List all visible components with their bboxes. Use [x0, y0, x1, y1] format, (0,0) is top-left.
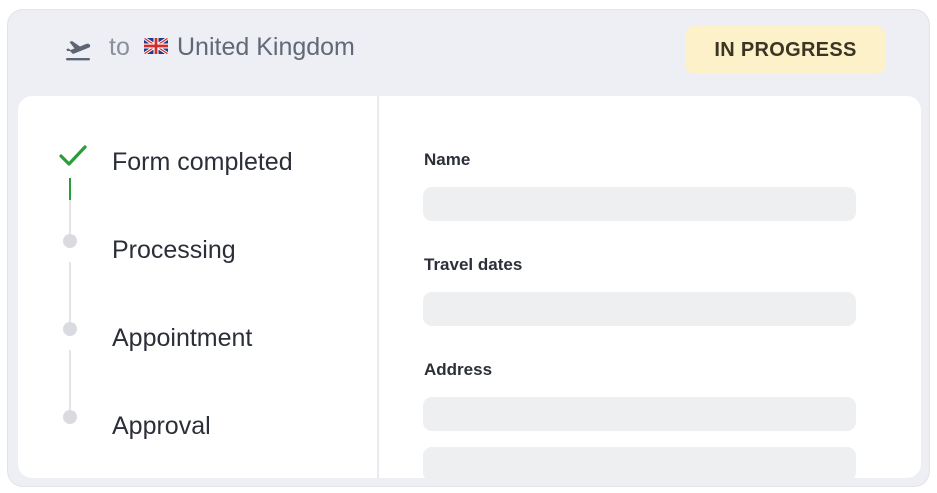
step-dot-processing [63, 234, 77, 248]
panel-divider [377, 96, 379, 478]
step-form-completed: Form completed [112, 148, 293, 176]
destination-country: United Kingdom [177, 33, 355, 61]
step-dot-approval [63, 410, 77, 424]
progress-line [69, 350, 71, 410]
name-label: Name [424, 150, 471, 169]
step-processing: Processing [112, 236, 236, 264]
name-field[interactable] [423, 187, 856, 221]
address-field-line-2[interactable] [423, 447, 856, 481]
travel-dates-label: Travel dates [424, 255, 523, 274]
progress-line [69, 262, 71, 322]
card-header: to United Kingdom IN PROGRESS [8, 10, 929, 96]
step-appointment: Appointment [112, 324, 253, 352]
airplane-departure-icon [66, 41, 91, 61]
uk-flag-icon [144, 38, 168, 54]
progress-line [69, 200, 71, 234]
address-label: Address [424, 360, 493, 379]
application-panel: Form completed Processing Appointment Ap… [18, 96, 921, 481]
step-dot-appointment [63, 322, 77, 336]
address-field-line-1[interactable] [423, 397, 856, 431]
progress-line-completed [69, 178, 71, 200]
travel-dates-field[interactable] [423, 292, 856, 326]
status-badge: IN PROGRESS [685, 26, 886, 74]
check-icon [59, 145, 87, 166]
destination-prefix: to [109, 33, 130, 61]
application-card: to United Kingdom IN PROGRESS Form compl… [7, 9, 930, 487]
step-approval: Approval [112, 412, 211, 440]
